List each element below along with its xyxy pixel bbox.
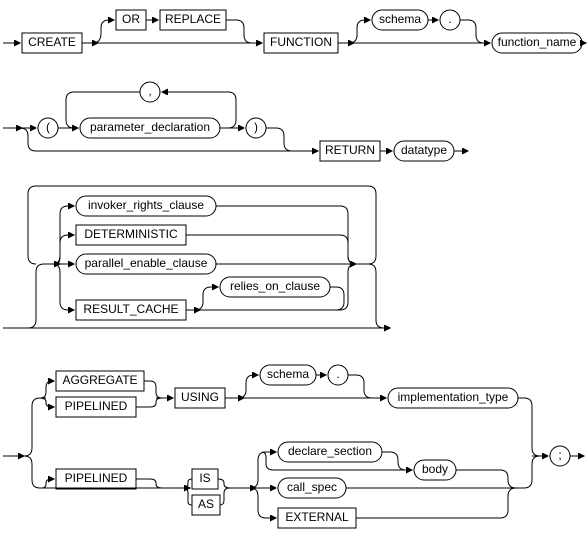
kw-as: AS xyxy=(198,497,214,511)
tok-rparen: ) xyxy=(254,120,258,134)
nt-implementation-type: implementation_type xyxy=(398,390,509,404)
kw-aggregate: AGGREGATE xyxy=(62,373,137,387)
nt-datatype: datatype xyxy=(401,143,447,157)
kw-using: USING xyxy=(181,390,219,404)
tok-dot2: . xyxy=(336,367,339,381)
nt-declare-section: declare_section xyxy=(288,444,372,458)
kw-pipelined2: PIPELINED xyxy=(65,471,128,485)
kw-pipelined: PIPELINED xyxy=(65,399,128,413)
kw-replace: REPLACE xyxy=(165,12,221,26)
tok-comma: , xyxy=(148,84,151,98)
kw-return: RETURN xyxy=(325,143,375,157)
tok-lparen: ( xyxy=(46,120,50,134)
nt-function-name: function_name xyxy=(498,35,577,49)
kw-or: OR xyxy=(122,12,140,26)
nt-call-spec: call_spec xyxy=(287,480,337,494)
tok-semicolon: ; xyxy=(558,448,561,462)
kw-is: IS xyxy=(199,471,210,485)
nt-schema: schema xyxy=(379,12,421,26)
kw-deterministic: DETERMINISTIC xyxy=(84,227,178,241)
kw-function: FUNCTION xyxy=(270,35,332,49)
kw-external: EXTERNAL xyxy=(285,510,349,524)
nt-relies-on-clause: relies_on_clause xyxy=(230,279,320,293)
nt-invoker-rights-clause: invoker_rights_clause xyxy=(88,198,204,212)
tok-dot: . xyxy=(448,12,451,26)
kw-result-cache: RESULT_CACHE xyxy=(83,302,178,316)
nt-schema2: schema xyxy=(267,367,309,381)
kw-create: CREATE xyxy=(28,35,76,49)
nt-parameter-declaration: parameter_declaration xyxy=(90,120,210,134)
nt-body: body xyxy=(422,462,448,476)
nt-parallel-enable-clause: parallel_enable_clause xyxy=(85,256,208,270)
